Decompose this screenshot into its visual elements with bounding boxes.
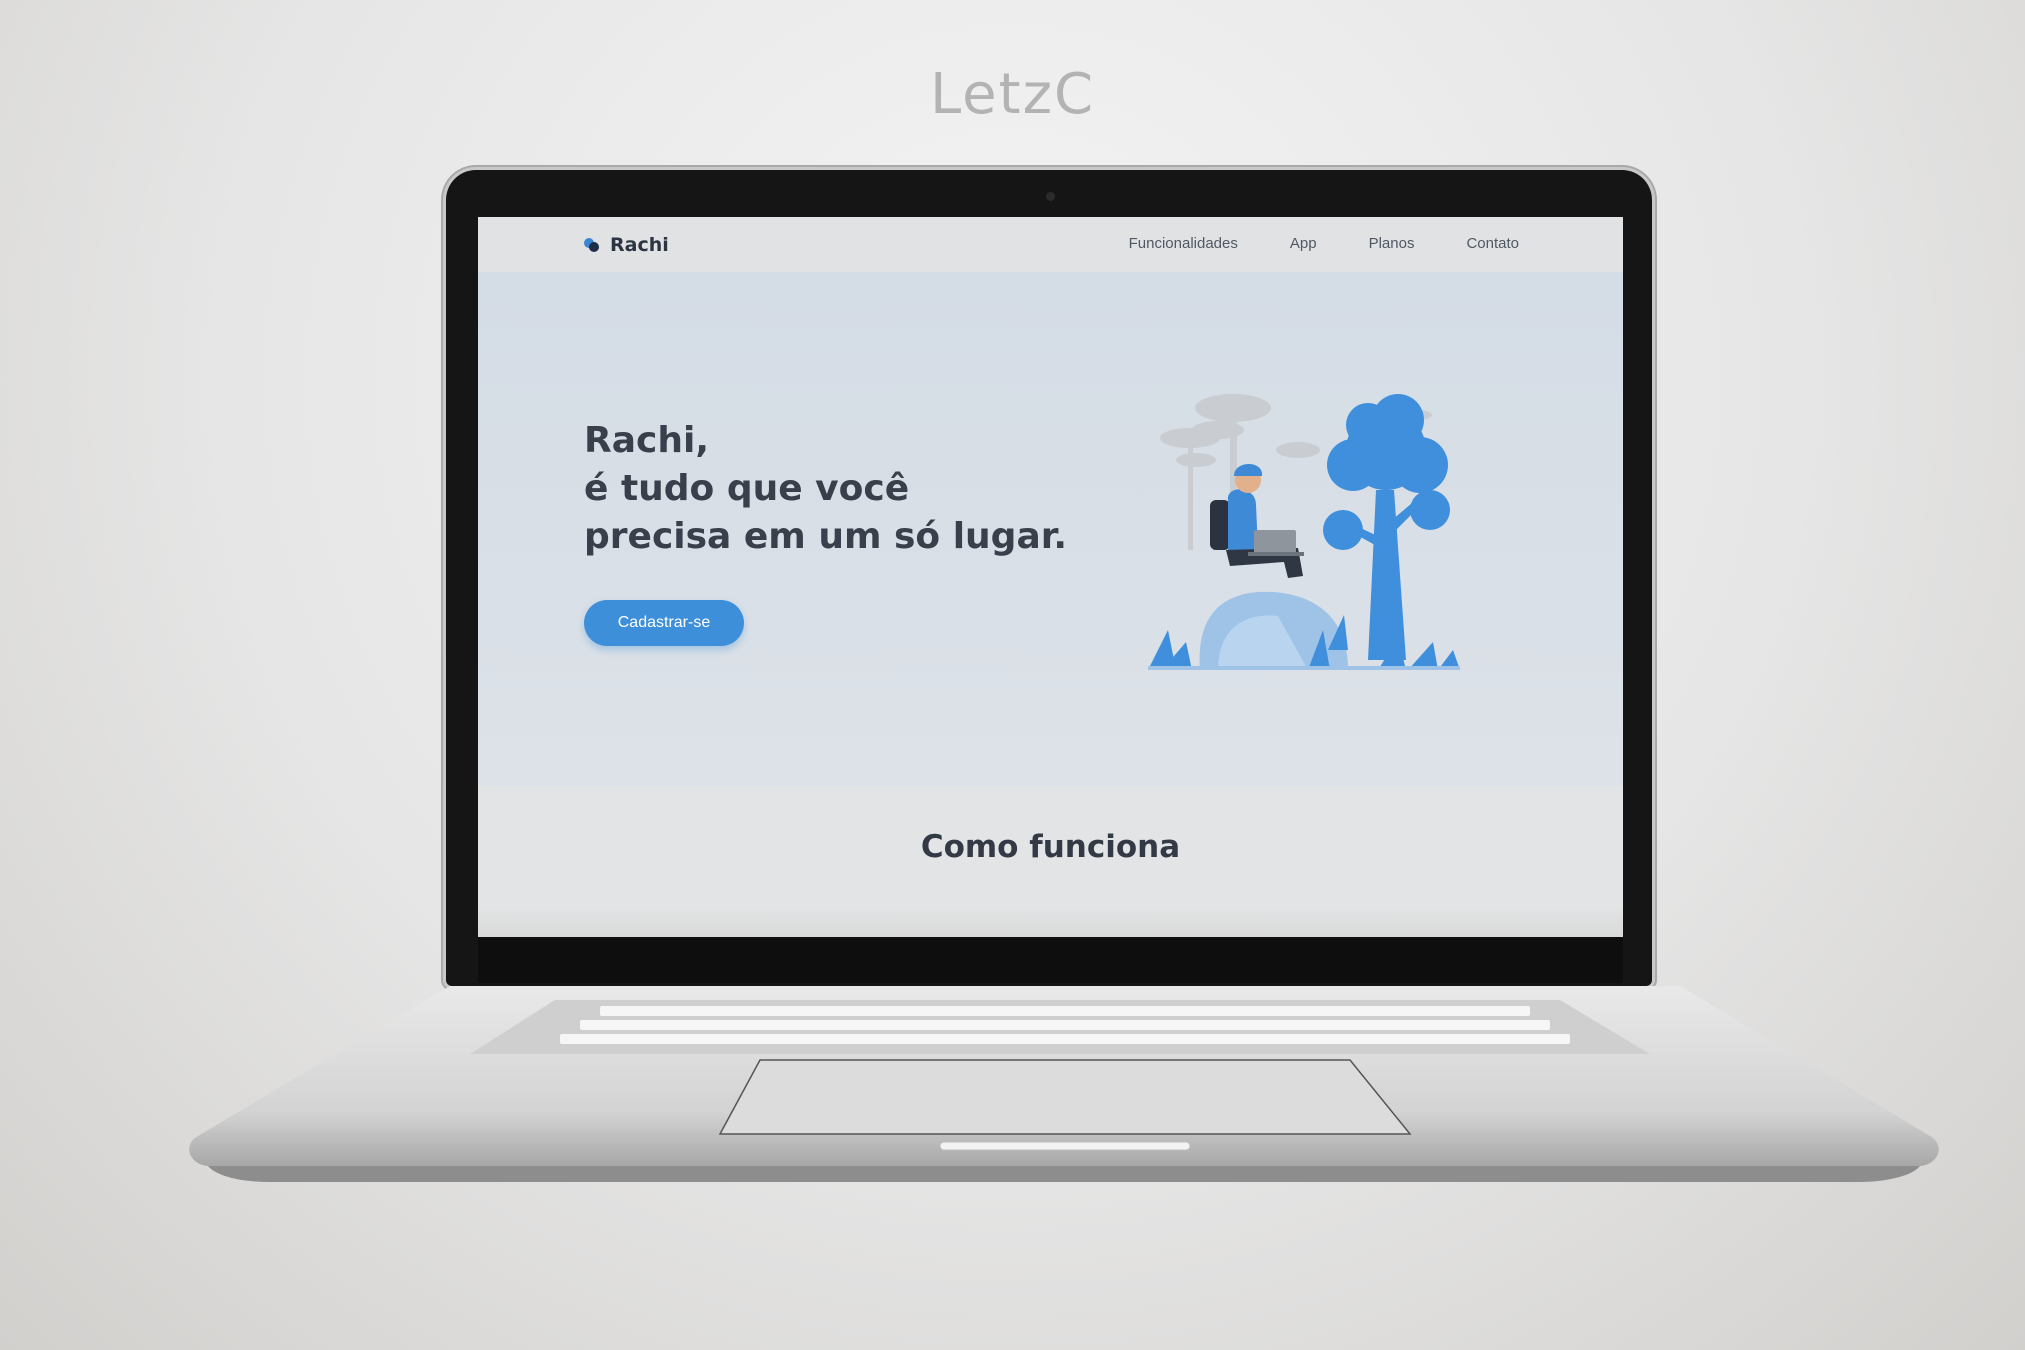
hero-headline-line: é tudo que você bbox=[584, 468, 910, 509]
hero-headline-line: Rachi, bbox=[584, 420, 709, 461]
nav-menu: Funcionalidades App Planos Contato bbox=[1129, 235, 1519, 252]
nav-link-funcionalidades[interactable]: Funcionalidades bbox=[1129, 235, 1238, 252]
hero-headline: Rachi, é tudo que você precisa em um só … bbox=[584, 417, 1067, 561]
nav-link-contato[interactable]: Contato bbox=[1466, 235, 1519, 252]
watermark-text: LetzC bbox=[929, 62, 1096, 127]
hero-section: Rachi, é tudo que você precisa em um só … bbox=[478, 272, 1623, 786]
two-dots-logo-icon bbox=[584, 236, 602, 254]
hero-illustration bbox=[1148, 394, 1460, 670]
brand-name: Rachi bbox=[610, 234, 669, 256]
section-title-como-funciona: Como funciona bbox=[920, 829, 1181, 865]
screen-bottom-bezel bbox=[478, 937, 1623, 983]
laptop-screen: Rachi Funcionalidades App Planos Contato… bbox=[478, 217, 1623, 937]
webcam-icon bbox=[1046, 192, 1055, 201]
nav-link-app[interactable]: App bbox=[1290, 235, 1317, 252]
signup-button[interactable]: Cadastrar-se bbox=[584, 600, 744, 646]
brand-logo[interactable]: Rachi bbox=[584, 232, 669, 258]
nav-link-planos[interactable]: Planos bbox=[1369, 235, 1415, 252]
screen-reflection bbox=[478, 907, 1623, 937]
laptop-base bbox=[189, 986, 1939, 1182]
site-navbar: Rachi Funcionalidades App Planos Contato bbox=[478, 217, 1623, 272]
hero-headline-line: precisa em um só lugar. bbox=[584, 516, 1068, 557]
